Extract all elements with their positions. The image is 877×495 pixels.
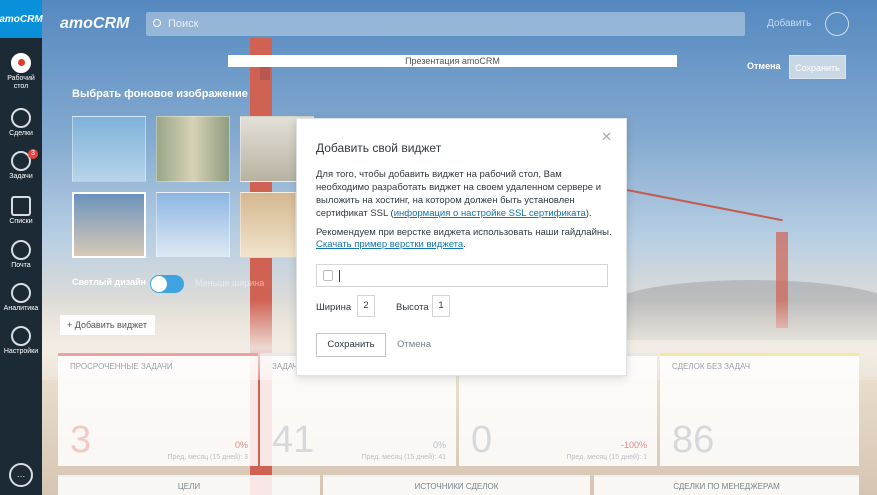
modal-title: Добавить свой виджет: [316, 141, 442, 155]
widget-title: Сделок без задач: [672, 362, 751, 371]
widget-title: Просроченные задачи: [70, 362, 173, 371]
dashboard-icon: [11, 53, 31, 73]
lock-icon: [323, 270, 333, 281]
widget-percent: 0%: [234, 440, 248, 450]
width-option-label: Меньше ширина: [195, 278, 265, 288]
add-button[interactable]: Добавить: [767, 18, 811, 29]
widget-deals-without-tasks[interactable]: Сделок без задач 86: [660, 353, 859, 466]
widget-sub: Пред. месяц (15 дней): 1: [566, 454, 647, 461]
sidebar-item-label: Рабочий стол: [7, 75, 35, 90]
modal-cancel-button[interactable]: Отмена: [397, 339, 431, 350]
search-icon: [153, 19, 161, 27]
ssl-info-link[interactable]: информация о настройке SSL сертификата: [394, 208, 586, 219]
presentation-name-field[interactable]: Презентация amoCRM: [228, 55, 677, 67]
widget-overdue-tasks[interactable]: Просроченные задачи 3 0% Пред. месяц (15…: [58, 353, 258, 466]
widget-sub: Пред. месяц (15 дней): 41: [361, 454, 446, 461]
bg-thumbnail[interactable]: [72, 116, 146, 182]
add-widget-button[interactable]: + Добавить виджет: [60, 315, 155, 335]
widget-goals[interactable]: Цели: [58, 475, 320, 495]
sidebar-item-label: Сделки: [9, 130, 33, 137]
chart-icon: [11, 283, 31, 303]
logo[interactable]: amoCRM: [0, 0, 43, 38]
avatar[interactable]: [825, 12, 849, 36]
sidebar-item-analytics[interactable]: Аналитика: [0, 283, 42, 313]
chat-icon[interactable]: …: [9, 463, 33, 487]
widget-deals-by-managers[interactable]: Сделки по менеджерам: [594, 475, 859, 495]
mail-icon: [11, 240, 31, 260]
height-label: Высота: [396, 302, 429, 313]
height-input[interactable]: 1: [432, 295, 450, 317]
widget-value: 86: [672, 419, 715, 461]
sidebar-item-label: Аналитика: [3, 305, 39, 312]
sidebar-item-settings[interactable]: Настройки: [0, 326, 42, 356]
text-caret: [339, 270, 340, 282]
list-icon: [11, 196, 31, 216]
width-label: Ширина: [316, 302, 352, 313]
save-edit-button[interactable]: Сохранить: [789, 55, 846, 79]
widget-sub: Пред. месяц (15 дней): 3: [167, 454, 248, 461]
add-widget-modal: ✕ Добавить свой виджет Для того, чтобы д…: [296, 118, 627, 376]
cancel-edit-button[interactable]: Отмена: [747, 61, 781, 71]
sidebar-item-label: Почта: [11, 262, 31, 269]
modal-description: Для того, чтобы добавить виджет на рабоч…: [316, 169, 602, 219]
download-example-link[interactable]: Скачать пример верстки виджета: [316, 239, 463, 250]
bg-thumbnail-selected[interactable]: [72, 192, 146, 258]
sidebar-item-label: Задачи: [9, 173, 33, 180]
width-input[interactable]: 2: [357, 295, 375, 317]
sidebar-item-tasks[interactable]: 3 Задачи: [0, 149, 42, 181]
tasks-badge: 3: [28, 149, 38, 159]
widget-percent: 0%: [432, 440, 446, 450]
widget-url-input[interactable]: [316, 264, 608, 287]
light-design-label: Светлый дизайн: [72, 277, 147, 287]
close-icon[interactable]: ✕: [601, 129, 612, 145]
sidebar-item-mail[interactable]: Почта: [0, 240, 42, 270]
bg-thumbnail[interactable]: [156, 116, 230, 182]
background-chooser-title: Выбрать фоновое изображение: [72, 88, 248, 100]
sidebar-item-dashboard[interactable]: Рабочий стол: [0, 53, 42, 91]
bg-thumbnail[interactable]: [156, 192, 230, 258]
dollar-icon: [11, 108, 31, 128]
search-placeholder: Поиск: [168, 18, 199, 30]
widget-percent: -100%: [620, 440, 647, 450]
sidebar-item-label: Настройки: [3, 348, 39, 355]
widget-value: 0: [471, 419, 493, 461]
sidebar-item-deals[interactable]: Сделки: [0, 108, 42, 138]
gear-icon: [11, 326, 31, 346]
widget-value: 3: [70, 419, 92, 461]
sidebar-item-lists[interactable]: Списки: [0, 196, 42, 226]
search-input[interactable]: Поиск: [146, 12, 745, 36]
widget-deal-sources[interactable]: Источники сделок: [323, 475, 590, 495]
modal-guidelines: Рекомендуем при верстке виджета использо…: [316, 227, 612, 250]
light-design-toggle[interactable]: [150, 275, 184, 293]
left-sidebar: amoCRM Рабочий стол Сделки 3 Задачи Спис…: [0, 0, 43, 495]
modal-save-button[interactable]: Сохранить: [316, 333, 386, 357]
sidebar-item-label: Списки: [9, 218, 33, 225]
bg-thumbnail[interactable]: [240, 192, 296, 258]
brand-logo: amoCRM: [60, 15, 130, 32]
widget-value: 41: [272, 419, 315, 461]
top-bar: amoCRM Поиск Добавить: [42, 0, 877, 48]
